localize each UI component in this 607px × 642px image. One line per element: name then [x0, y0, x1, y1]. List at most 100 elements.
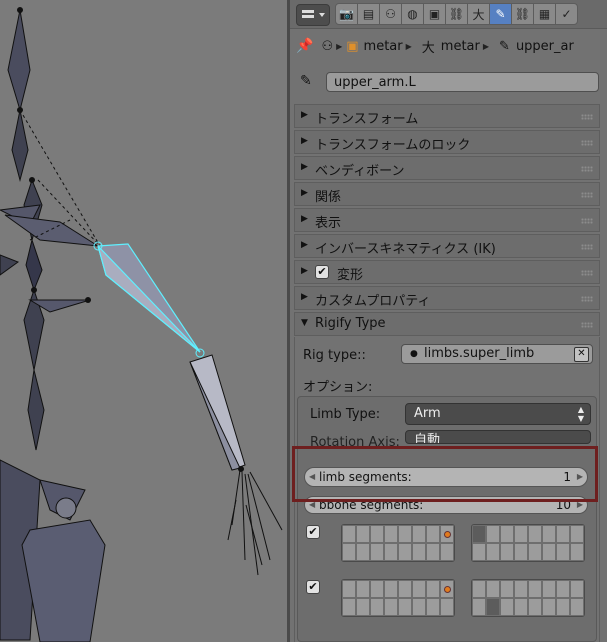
layer-cell[interactable]	[486, 598, 500, 616]
layer-cell[interactable]	[486, 525, 500, 543]
layer-cell[interactable]	[426, 598, 440, 616]
layer-cell[interactable]	[412, 598, 426, 616]
layers-row-2-group-a[interactable]	[341, 579, 455, 617]
layer-cell[interactable]	[440, 525, 454, 543]
panel-header[interactable]: ▶ 表示	[294, 208, 600, 232]
bone-name-field[interactable]: upper_arm.L	[326, 72, 599, 92]
layer-cell[interactable]	[384, 543, 398, 561]
layer-cell[interactable]	[500, 525, 514, 543]
panel-header[interactable]: ▶ インバースキネマティクス (IK)	[294, 234, 600, 258]
panel-header[interactable]: ▼ Rigify Type	[294, 312, 600, 336]
limb-type-dropdown[interactable]: Arm ▲ ▼	[405, 403, 591, 425]
render-layers-icon[interactable]: ▤	[357, 3, 380, 25]
more-icon[interactable]: ✓	[555, 3, 578, 25]
panel-header[interactable]: ▶ ✔ 変形	[294, 260, 600, 284]
layer-cell[interactable]	[370, 580, 384, 598]
armature-data-icon[interactable]: ⼤	[467, 3, 490, 25]
layer-cell[interactable]	[570, 580, 584, 598]
layers-row-2-checkbox[interactable]: ✔	[306, 580, 320, 594]
layer-cell[interactable]	[356, 543, 370, 561]
layers-row-2-group-b[interactable]	[471, 579, 585, 617]
drag-grip-icon[interactable]	[581, 166, 593, 172]
layer-cell[interactable]	[556, 580, 570, 598]
layer-cell[interactable]	[500, 598, 514, 616]
layers-row-1-group-b[interactable]	[471, 524, 585, 562]
layer-cell[interactable]	[556, 543, 570, 561]
bone-icon[interactable]: ✎	[489, 3, 512, 25]
drag-grip-icon[interactable]	[581, 244, 593, 250]
drag-grip-icon[interactable]	[581, 218, 593, 224]
layer-cell[interactable]	[514, 525, 528, 543]
layer-cell[interactable]	[472, 598, 486, 616]
bone-constraints-icon[interactable]: ⛓	[511, 3, 534, 25]
layer-cell[interactable]	[486, 580, 500, 598]
layer-cell[interactable]	[370, 543, 384, 561]
layer-cell[interactable]	[528, 543, 542, 561]
layer-cell[interactable]	[398, 598, 412, 616]
layer-cell[interactable]	[528, 580, 542, 598]
layer-cell[interactable]	[398, 543, 412, 561]
render-icon[interactable]: 📷	[335, 3, 358, 25]
panel-checkbox[interactable]: ✔	[315, 265, 329, 279]
world-icon[interactable]: ◍	[401, 3, 424, 25]
drag-grip-icon[interactable]	[581, 140, 593, 146]
layer-cell[interactable]	[426, 525, 440, 543]
layer-cell[interactable]	[542, 525, 556, 543]
3d-viewport[interactable]	[0, 0, 287, 642]
drag-grip-icon[interactable]	[581, 192, 593, 198]
layer-cell[interactable]	[342, 598, 356, 616]
layer-cell[interactable]	[514, 598, 528, 616]
panel-header[interactable]: ▶ ベンディボーン	[294, 156, 600, 180]
layer-cell[interactable]	[570, 543, 584, 561]
layer-cell[interactable]	[384, 598, 398, 616]
drag-grip-icon[interactable]	[581, 322, 593, 328]
layer-cell[interactable]	[528, 598, 542, 616]
texture-icon[interactable]: ▦	[533, 3, 556, 25]
layer-cell[interactable]	[486, 543, 500, 561]
layer-cell[interactable]	[426, 580, 440, 598]
layer-cell[interactable]	[556, 598, 570, 616]
layer-cell[interactable]	[440, 598, 454, 616]
layer-cell[interactable]	[542, 598, 556, 616]
layer-cell[interactable]	[342, 525, 356, 543]
panel-header[interactable]: ▶ トランスフォーム	[294, 104, 600, 128]
layer-cell[interactable]	[384, 525, 398, 543]
layers-row-1-group-a[interactable]	[341, 524, 455, 562]
layer-cell[interactable]	[356, 525, 370, 543]
layer-cell[interactable]	[342, 543, 356, 561]
layer-cell[interactable]	[412, 543, 426, 561]
layer-cell[interactable]	[570, 598, 584, 616]
scene-icon[interactable]: ⚇	[379, 3, 402, 25]
panel-header[interactable]: ▶ 関係	[294, 182, 600, 206]
editor-type-button[interactable]	[296, 4, 330, 26]
drag-grip-icon[interactable]	[581, 114, 593, 120]
layers-row-1-checkbox[interactable]: ✔	[306, 525, 320, 539]
layer-cell[interactable]	[556, 525, 570, 543]
layer-cell[interactable]	[412, 580, 426, 598]
layer-cell[interactable]	[472, 580, 486, 598]
drag-grip-icon[interactable]	[581, 270, 593, 276]
layer-cell[interactable]	[542, 580, 556, 598]
layer-cell[interactable]	[472, 543, 486, 561]
rig-type-field[interactable]: ● limbs.super_limb ✕	[401, 344, 593, 364]
constraints-icon[interactable]: ⛓	[445, 3, 468, 25]
layer-cell[interactable]	[426, 543, 440, 561]
layer-cell[interactable]	[356, 598, 370, 616]
layer-cell[interactable]	[514, 543, 528, 561]
layer-cell[interactable]	[440, 580, 454, 598]
drag-grip-icon[interactable]	[581, 296, 593, 302]
layer-cell[interactable]	[412, 525, 426, 543]
pin-icon[interactable]: 📌	[296, 38, 313, 54]
layer-cell[interactable]	[370, 598, 384, 616]
layer-cell[interactable]	[356, 580, 370, 598]
layer-cell[interactable]	[472, 525, 486, 543]
layer-cell[interactable]	[398, 580, 412, 598]
layer-cell[interactable]	[500, 543, 514, 561]
clear-icon[interactable]: ✕	[574, 347, 589, 362]
panel-header[interactable]: ▶ カスタムプロパティ	[294, 286, 600, 310]
layer-cell[interactable]	[514, 580, 528, 598]
object-icon[interactable]: ▣	[423, 3, 446, 25]
layer-cell[interactable]	[342, 580, 356, 598]
layer-cell[interactable]	[398, 525, 412, 543]
layer-cell[interactable]	[500, 580, 514, 598]
